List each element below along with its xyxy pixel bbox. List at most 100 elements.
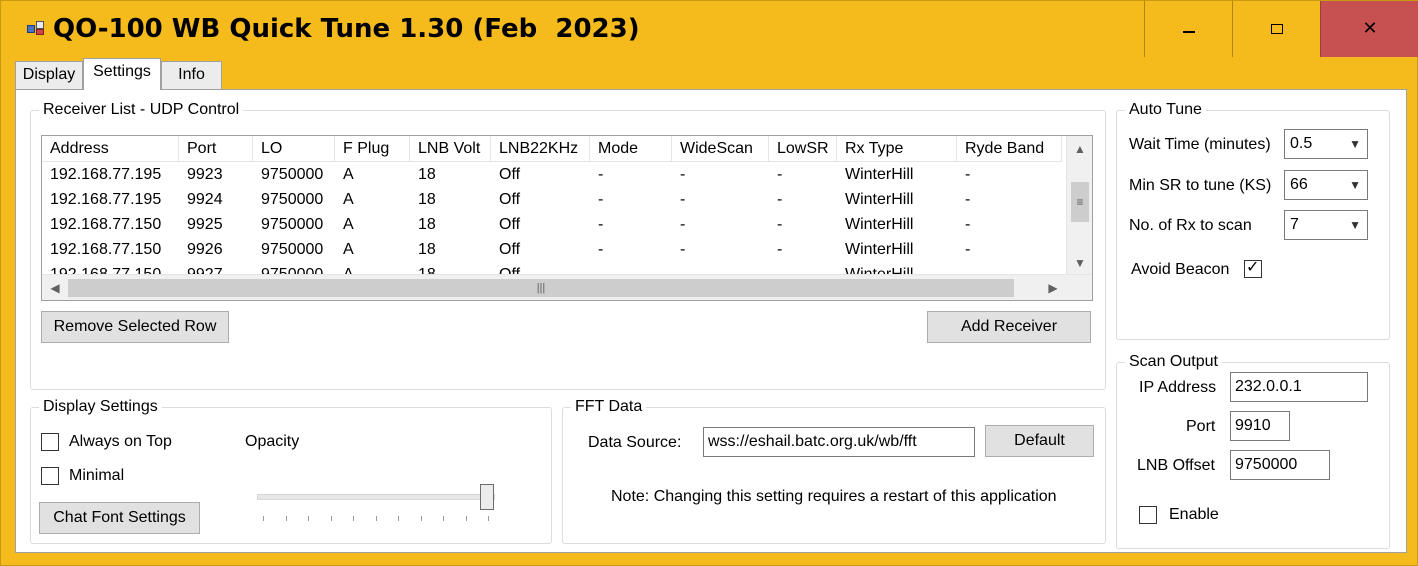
column-header-widescan[interactable]: WideScan xyxy=(672,136,769,162)
column-header-rx-type[interactable]: Rx Type xyxy=(837,136,957,162)
table-cell: 18 xyxy=(418,191,436,208)
table-cell: - xyxy=(598,216,604,233)
table-cell: - xyxy=(680,241,686,258)
scrollbar-corner xyxy=(1066,275,1092,300)
enable-checkbox[interactable] xyxy=(1139,506,1157,524)
table-cell: - xyxy=(598,241,604,258)
column-header-mode[interactable]: Mode xyxy=(590,136,672,162)
scroll-left-icon[interactable]: ◀ xyxy=(44,275,66,300)
port-input[interactable]: 9910 xyxy=(1230,411,1290,441)
scan-output-title: Scan Output xyxy=(1125,353,1222,371)
table-cell: WinterHill xyxy=(845,216,914,233)
receiver-list-group: Receiver List - UDP Control Address Port… xyxy=(30,101,1106,390)
minimize-button[interactable] xyxy=(1144,1,1232,57)
minimal-label: Minimal xyxy=(69,467,125,484)
column-header-lnb22khz[interactable]: LNB22KHz xyxy=(491,136,590,162)
ip-address-label: IP Address xyxy=(1139,379,1217,396)
default-button[interactable]: Default xyxy=(985,425,1094,457)
wait-time-value: 0.5 xyxy=(1290,135,1313,152)
maximize-icon xyxy=(1270,24,1283,34)
rx-scan-label: No. of Rx to scan xyxy=(1129,217,1252,234)
table-cell: 9750000 xyxy=(261,241,324,258)
grid-header: Address Port LO F Plug LNB Volt LNB22KHz… xyxy=(42,136,1062,162)
wait-time-select[interactable]: 0.5 ▼ xyxy=(1284,129,1368,159)
table-cell: - xyxy=(598,191,604,208)
receiver-grid[interactable]: Address Port LO F Plug LNB Volt LNB22KHz… xyxy=(41,135,1093,301)
min-sr-label: Min SR to tune (KS) xyxy=(1129,177,1272,194)
table-cell: 192.168.77.150 xyxy=(50,241,162,258)
minimize-icon xyxy=(1182,31,1195,33)
table-cell: 192.168.77.195 xyxy=(50,191,162,208)
column-header-port[interactable]: Port xyxy=(179,136,253,162)
table-cell: 18 xyxy=(418,241,436,258)
min-sr-select[interactable]: 66 ▼ xyxy=(1284,170,1368,200)
remove-selected-row-button[interactable]: Remove Selected Row xyxy=(41,311,229,343)
horizontal-scroll-thumb[interactable]: ||| xyxy=(68,279,1014,297)
fft-data-group: FFT Data Data Source: wss://eshail.batc.… xyxy=(562,398,1106,544)
table-cell: Off xyxy=(499,216,521,233)
tab-settings[interactable]: Settings xyxy=(83,58,161,90)
column-header-lo[interactable]: LO xyxy=(253,136,335,162)
column-header-ryde-band[interactable]: Ryde Band xyxy=(957,136,1062,162)
table-cell: - xyxy=(598,166,604,183)
settings-panel: Receiver List - UDP Control Address Port… xyxy=(15,89,1407,553)
add-receiver-button[interactable]: Add Receiver xyxy=(927,311,1091,343)
scroll-right-icon[interactable]: ▶ xyxy=(1042,275,1064,300)
minimal-checkbox[interactable] xyxy=(41,467,59,485)
column-header-lowsr[interactable]: LowSR xyxy=(769,136,837,162)
lnb-offset-input[interactable]: 9750000 xyxy=(1230,450,1330,480)
data-source-input[interactable]: wss://eshail.batc.org.uk/wb/fft xyxy=(703,427,975,457)
table-row[interactable]: 192.168.77.195 9923 9750000 A 18 Off - - - Winter… xyxy=(42,162,1062,187)
data-source-label: Data Source: xyxy=(588,434,682,451)
table-cell: - xyxy=(965,216,971,233)
horizontal-scrollbar[interactable]: ◀ ||| ▶ xyxy=(42,274,1092,300)
table-cell: A xyxy=(343,166,354,183)
table-cell: 9750000 xyxy=(261,191,324,208)
vertical-scroll-thumb[interactable]: ≡ xyxy=(1071,182,1089,222)
close-button[interactable]: ✕ xyxy=(1320,1,1418,57)
opacity-slider[interactable] xyxy=(257,480,497,526)
slider-thumb[interactable] xyxy=(480,484,494,510)
auto-tune-group: Auto Tune Wait Time (minutes) 0.5 ▼ Min … xyxy=(1116,101,1390,340)
table-cell: 9926 xyxy=(187,241,223,258)
always-on-top-checkbox[interactable] xyxy=(41,433,59,451)
chevron-down-icon: ▼ xyxy=(1349,178,1361,192)
table-cell: 18 xyxy=(418,216,436,233)
table-cell: - xyxy=(777,191,783,208)
scroll-down-icon[interactable]: ▼ xyxy=(1067,252,1092,274)
maximize-button[interactable] xyxy=(1232,1,1320,57)
chevron-down-icon: ▼ xyxy=(1349,218,1361,232)
scroll-up-icon[interactable]: ▲ xyxy=(1067,138,1092,160)
column-header-lnb-volt[interactable]: LNB Volt xyxy=(410,136,491,162)
table-row[interactable]: 192.168.77.195 9924 9750000 A 18 Off - - - Winter… xyxy=(42,187,1062,212)
wait-time-label: Wait Time (minutes) xyxy=(1129,136,1271,153)
window-title: QO-100 WB Quick Tune 1.30 (Feb 2023) xyxy=(53,14,640,44)
tab-display[interactable]: Display xyxy=(15,61,83,89)
table-cell: - xyxy=(777,216,783,233)
display-settings-title: Display Settings xyxy=(39,398,162,416)
chevron-down-icon: ▼ xyxy=(1349,137,1361,151)
fft-data-title: FFT Data xyxy=(571,398,647,416)
tab-info[interactable]: Info xyxy=(161,61,222,89)
table-cell: 9925 xyxy=(187,216,223,233)
chat-font-settings-button[interactable]: Chat Font Settings xyxy=(39,502,200,534)
table-row[interactable]: 192.168.77.150 9926 9750000 A 18 Off - - - Winter… xyxy=(42,237,1062,262)
avoid-beacon-checkbox[interactable]: ✓ xyxy=(1244,259,1262,278)
table-cell: - xyxy=(777,241,783,258)
ip-address-input[interactable]: 232.0.0.1 xyxy=(1230,372,1368,402)
scan-output-group: Scan Output IP Address 232.0.0.1 Port 99… xyxy=(1116,353,1390,549)
rx-scan-select[interactable]: 7 ▼ xyxy=(1284,210,1368,240)
column-header-f-plug[interactable]: F Plug xyxy=(335,136,410,162)
auto-tune-title: Auto Tune xyxy=(1125,101,1206,119)
restart-note: Note: Changing this setting requires a r… xyxy=(611,488,1057,505)
table-cell: Off xyxy=(499,166,521,183)
table-cell: - xyxy=(777,166,783,183)
table-row[interactable]: 192.168.77.150 9925 9750000 A 18 Off - - - Winter… xyxy=(42,212,1062,237)
table-cell: - xyxy=(680,166,686,183)
slider-track xyxy=(257,494,495,500)
opacity-label: Opacity xyxy=(245,433,300,450)
vertical-scrollbar[interactable]: ▲ ≡ ▼ xyxy=(1066,136,1092,276)
column-header-address[interactable]: Address xyxy=(42,136,179,162)
title-bar[interactable]: QO-100 WB Quick Tune 1.30 (Feb 2023) ✕ xyxy=(1,1,1418,57)
rx-scan-value: 7 xyxy=(1290,216,1299,233)
